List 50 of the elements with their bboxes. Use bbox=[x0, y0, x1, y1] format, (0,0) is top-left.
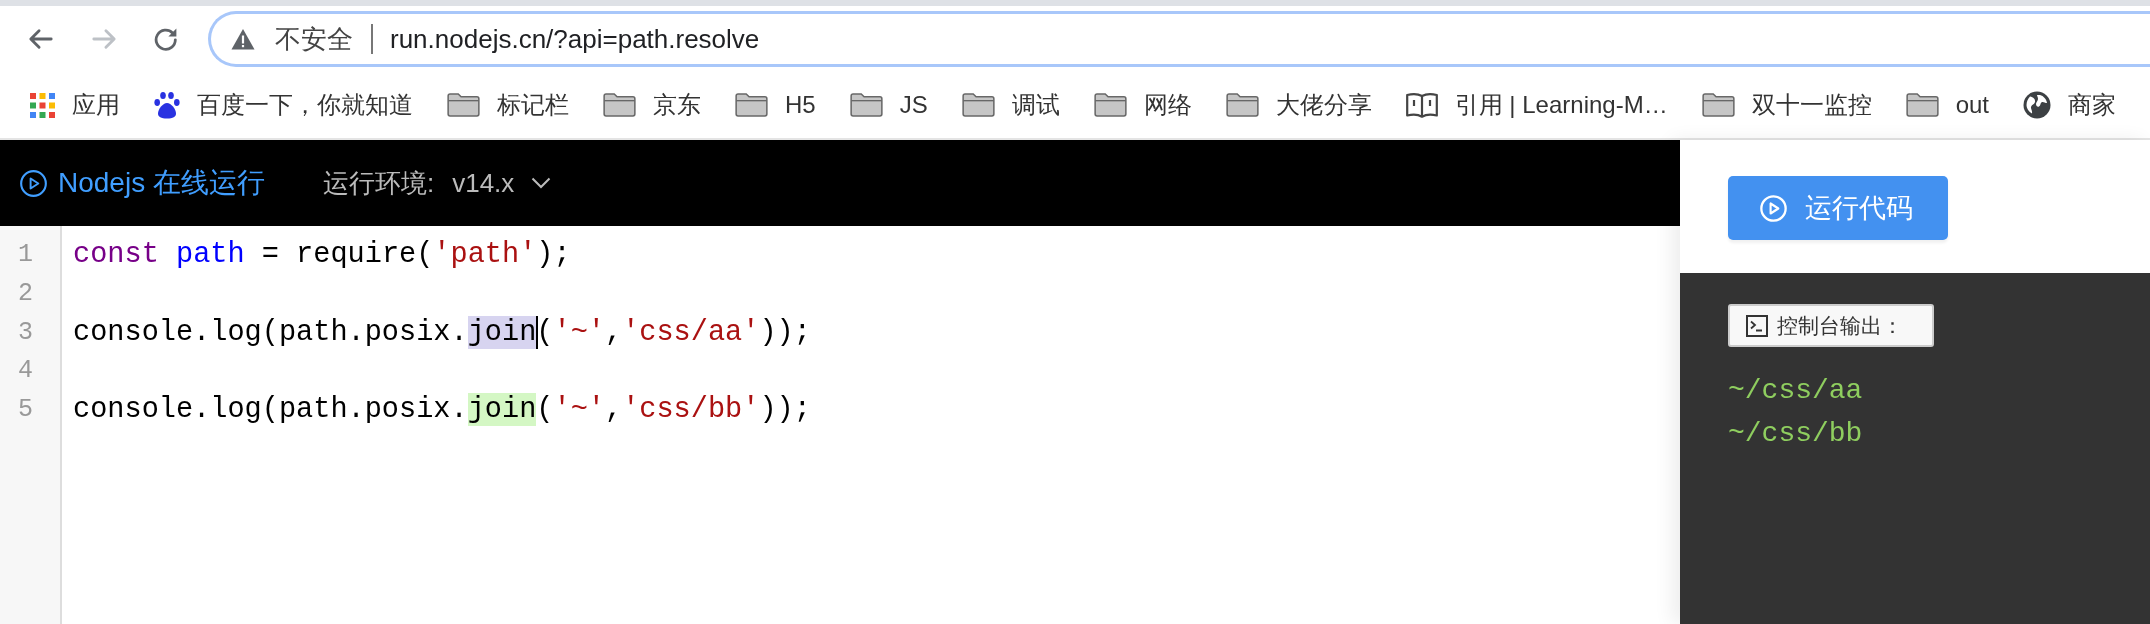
globe-icon bbox=[2023, 91, 2052, 119]
folder-icon bbox=[849, 93, 883, 117]
reload-icon[interactable] bbox=[154, 27, 178, 51]
folder-icon bbox=[961, 93, 995, 117]
bookmark-item[interactable]: 调试 bbox=[961, 89, 1060, 121]
bookmark-item[interactable]: 应用 bbox=[30, 89, 120, 121]
bookmark-item[interactable]: 商家 bbox=[2023, 89, 2117, 121]
back-arrow-icon[interactable] bbox=[28, 28, 54, 50]
bookmark-item[interactable]: H5 bbox=[735, 91, 816, 119]
runtime-dropdown[interactable]: v14.x bbox=[452, 167, 552, 199]
play-circle-icon bbox=[1760, 194, 1787, 222]
line-number: 3 bbox=[18, 317, 33, 347]
open-book-icon bbox=[1405, 92, 1438, 118]
chevron-down-icon bbox=[531, 177, 552, 189]
folder-icon bbox=[1701, 93, 1735, 117]
console-title: 控制台输出： bbox=[1777, 312, 1903, 339]
bookmark-item[interactable]: 网络 bbox=[1093, 89, 1192, 121]
folder-icon bbox=[1093, 93, 1127, 117]
line-number: 5 bbox=[18, 395, 33, 424]
folder-icon bbox=[735, 93, 768, 117]
folder-icon bbox=[603, 93, 636, 117]
bookmark-item[interactable]: 双十一监控 bbox=[1701, 89, 1872, 121]
security-label[interactable]: 不安全 bbox=[275, 21, 353, 57]
bookmark-item[interactable]: 标记栏 bbox=[447, 89, 569, 121]
console-output-line: ~/css/bb bbox=[1728, 417, 1864, 451]
line-number: 4 bbox=[18, 356, 33, 386]
code-line: console.log(path.posix.join('~','css/bb')); bbox=[73, 392, 811, 428]
bookmark-item[interactable]: 大佬分享 bbox=[1225, 89, 1372, 121]
play-circle-icon bbox=[20, 169, 47, 197]
bookmark-item[interactable]: 百度一下，你就知道 bbox=[154, 89, 413, 121]
paw-icon bbox=[154, 91, 180, 119]
url-text: run.nodejs.cn/?api=path.resolve bbox=[390, 23, 760, 55]
line-number: 1 bbox=[18, 240, 33, 269]
bookmark-item[interactable]: out bbox=[1905, 91, 1990, 119]
code-line: const path = require('path'); bbox=[73, 237, 571, 273]
folder-icon bbox=[1905, 93, 1939, 117]
line-number: 2 bbox=[18, 278, 33, 308]
code-line: console.log(path.posix.join('~','css/aa')); bbox=[73, 314, 811, 351]
app-title: Nodejs 在线运行 bbox=[58, 166, 265, 200]
folder-icon bbox=[1225, 93, 1259, 117]
folder-icon bbox=[447, 93, 480, 117]
warning-icon bbox=[231, 28, 255, 50]
terminal-icon bbox=[1746, 314, 1768, 337]
console-output-line: ~/css/aa bbox=[1728, 374, 1864, 408]
app-grid-icon bbox=[30, 92, 55, 118]
bookmark-item[interactable]: 京东 bbox=[603, 89, 701, 121]
bookmark-item[interactable]: 引用 | Learning-M… bbox=[1405, 89, 1668, 121]
address-bar[interactable]: 不安全 run.nodejs.cn/?api=path.resolve bbox=[208, 11, 2150, 67]
bookmark-item[interactable]: JS bbox=[849, 91, 928, 119]
runtime-label: 运行环境: bbox=[322, 166, 435, 200]
